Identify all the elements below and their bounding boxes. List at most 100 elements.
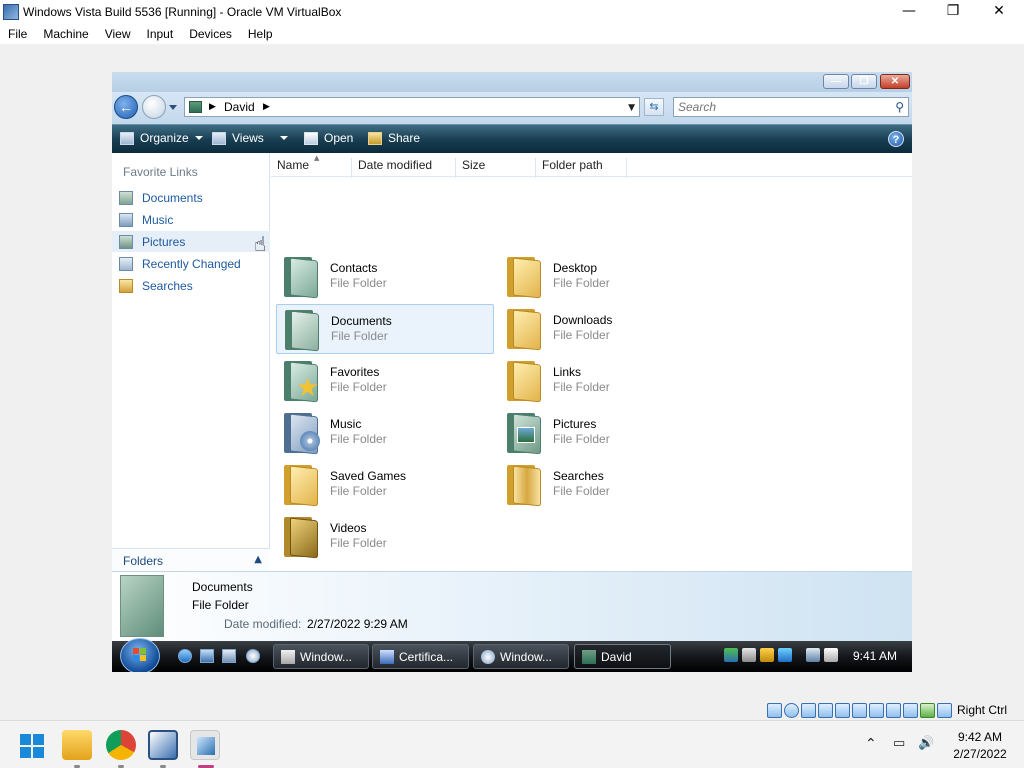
- menu-machine[interactable]: Machine: [35, 27, 96, 41]
- breadcrumb-david[interactable]: David: [224, 100, 255, 114]
- share-button[interactable]: Share: [368, 131, 420, 145]
- menu-input[interactable]: Input: [139, 27, 182, 41]
- list-item-desktop[interactable]: Desktop File Folder: [499, 252, 717, 302]
- display-icon[interactable]: [869, 702, 884, 718]
- show-desktop-icon[interactable]: [200, 649, 214, 663]
- mouse-integration-icon[interactable]: [920, 702, 935, 718]
- sidebar-item-searches[interactable]: Searches: [112, 275, 270, 296]
- virtualbox-icon[interactable]: [148, 730, 178, 760]
- item-name: Saved Games: [330, 469, 407, 483]
- forward-button[interactable]: [142, 95, 166, 119]
- item-type: File Folder: [330, 484, 387, 498]
- optical-drive-icon[interactable]: [784, 702, 799, 718]
- list-item-searches[interactable]: Searches File Folder: [499, 460, 717, 510]
- taskbar-button-certificates[interactable]: Certifica...: [372, 644, 469, 669]
- favorites-folder-icon: ★: [282, 359, 322, 403]
- sidebar-item-music[interactable]: Music: [112, 209, 270, 230]
- column-header-size[interactable]: Size: [462, 158, 536, 178]
- explorer-minimize-button[interactable]: —: [823, 74, 849, 89]
- network-icon[interactable]: ▭: [893, 736, 909, 752]
- list-item-videos[interactable]: Videos File Folder: [276, 512, 494, 562]
- address-dropdown-icon[interactable]: ▼: [628, 103, 635, 113]
- taskbar-button-window-2[interactable]: Window...: [473, 644, 569, 669]
- switch-windows-icon[interactable]: [222, 649, 236, 663]
- internet-explorer-icon[interactable]: [178, 649, 192, 663]
- volume-icon[interactable]: [824, 648, 838, 662]
- vista-vm-icon[interactable]: [190, 730, 220, 760]
- vista-taskbar: Window... Certifica... Window... David 9…: [112, 638, 912, 672]
- menu-file[interactable]: File: [0, 27, 35, 41]
- address-bar[interactable]: ▶ David ▶ ▼: [184, 97, 640, 117]
- update-tray-icon[interactable]: [778, 648, 792, 662]
- column-header-name[interactable]: ▲ Name: [277, 154, 352, 178]
- views-button[interactable]: Views: [212, 131, 288, 145]
- column-header-folder-path[interactable]: Folder path: [542, 158, 627, 178]
- sidebar-item-pictures[interactable]: Pictures: [112, 231, 270, 252]
- host-window-title: Windows Vista Build 5536 [Running] - Ora…: [23, 5, 342, 19]
- file-list-pane[interactable]: ▲ Name Date modified Size Folder path Con…: [271, 153, 912, 571]
- list-item-pictures[interactable]: Pictures File Folder: [499, 408, 717, 458]
- menu-help[interactable]: Help: [240, 27, 281, 41]
- host-clock-date[interactable]: 2/27/2022: [945, 747, 1015, 761]
- chrome-icon[interactable]: [106, 730, 136, 760]
- sidebar-item-documents[interactable]: Documents: [112, 187, 270, 208]
- host-clock-time[interactable]: 9:42 AM: [950, 730, 1010, 744]
- security-shield-icon[interactable]: [760, 648, 774, 662]
- refresh-button[interactable]: ⇆: [644, 98, 664, 116]
- organize-button[interactable]: Organize: [120, 131, 203, 145]
- list-item-music[interactable]: Music File Folder: [276, 408, 494, 458]
- vista-clock[interactable]: 9:41 AM: [853, 649, 897, 663]
- list-item-contacts[interactable]: Contacts File Folder: [276, 252, 494, 302]
- open-button[interactable]: Open: [304, 131, 353, 145]
- taskbar-button-david[interactable]: David: [574, 644, 671, 669]
- search-input[interactable]: [678, 100, 878, 114]
- chevron-up-icon[interactable]: ⌃: [865, 736, 877, 752]
- pen-tray-icon[interactable]: [742, 648, 756, 662]
- network-icon[interactable]: [818, 702, 833, 718]
- usb-icon[interactable]: [835, 702, 850, 718]
- contacts-folder-icon: [282, 255, 322, 299]
- vista-guest-screen[interactable]: — ❐ ✕ ← ▶ David ▶ ▼ ⇆ ⚲ Organize Views: [112, 72, 912, 672]
- column-header-date-modified[interactable]: Date modified: [358, 158, 456, 178]
- volume-icon[interactable]: 🔊: [918, 736, 934, 752]
- menu-view[interactable]: View: [97, 27, 139, 41]
- media-player-icon[interactable]: [246, 649, 260, 663]
- close-button[interactable]: ✕: [976, 0, 1022, 24]
- recording-icon[interactable]: [886, 702, 901, 718]
- documents-folder-icon: [283, 308, 323, 352]
- list-item-downloads[interactable]: Downloads File Folder: [499, 304, 717, 354]
- chevron-up-icon[interactable]: ▲: [254, 554, 262, 565]
- sidebar-item-recently-changed[interactable]: Recently Changed: [112, 253, 270, 274]
- start-icon[interactable]: [20, 734, 44, 758]
- explorer-maximize-button[interactable]: ❐: [851, 74, 877, 89]
- recent-pages-dropdown-icon[interactable]: [169, 105, 177, 110]
- help-icon[interactable]: ?: [888, 131, 904, 147]
- cpu-icon[interactable]: [903, 702, 918, 718]
- item-type: File Folder: [553, 276, 610, 290]
- restore-button[interactable]: ❐: [930, 0, 976, 24]
- folders-toggle[interactable]: Folders ▲: [112, 548, 270, 572]
- chevron-down-icon: [194, 136, 203, 140]
- list-item-links[interactable]: Links File Folder: [499, 356, 717, 406]
- explorer-titlebar[interactable]: — ❐ ✕: [112, 72, 912, 92]
- search-box[interactable]: ⚲: [673, 97, 909, 117]
- keyboard-capture-icon[interactable]: [937, 702, 952, 718]
- breadcrumb-arrow-icon[interactable]: ▶: [263, 102, 270, 112]
- file-explorer-icon[interactable]: [62, 730, 92, 760]
- list-item-saved-games[interactable]: Saved Games File Folder: [276, 460, 494, 510]
- connection-tray-icon[interactable]: [806, 648, 820, 662]
- network-tray-icon[interactable]: [724, 648, 738, 662]
- vista-start-button[interactable]: [120, 638, 160, 672]
- list-item-documents[interactable]: Documents File Folder: [276, 304, 494, 354]
- back-button[interactable]: ←: [114, 95, 138, 119]
- list-item-favorites[interactable]: ★ Favorites File Folder: [276, 356, 494, 406]
- search-icon[interactable]: ⚲: [895, 100, 904, 114]
- breadcrumb-arrow-icon[interactable]: ▶: [209, 102, 216, 112]
- hard-disk-icon[interactable]: [767, 702, 782, 718]
- shared-folders-icon[interactable]: [852, 702, 867, 718]
- taskbar-button-window-1[interactable]: Window...: [273, 644, 369, 669]
- menu-devices[interactable]: Devices: [181, 27, 240, 41]
- audio-icon[interactable]: [801, 702, 816, 718]
- explorer-close-button[interactable]: ✕: [880, 74, 910, 89]
- minimize-button[interactable]: —: [886, 0, 932, 24]
